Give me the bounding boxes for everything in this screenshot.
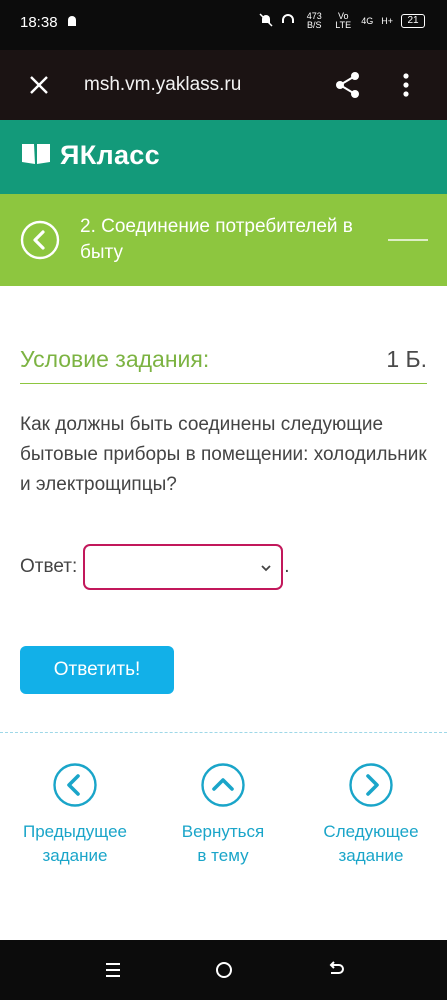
android-icon: [66, 14, 78, 33]
chevron-up-circle-icon: [200, 762, 246, 808]
task-title: Условие задания:: [20, 346, 210, 372]
chevron-left-circle-icon: [52, 762, 98, 808]
topic-bar: 2. Соединение потребителей в быту: [0, 194, 447, 286]
brand-name: ЯКласс: [60, 140, 160, 170]
home-icon[interactable]: [214, 960, 234, 980]
prev-task-link[interactable]: Предыдущее задание: [5, 762, 145, 868]
carrier-hplus: H+: [381, 16, 393, 26]
section-divider: [0, 732, 447, 733]
status-time: 18:38: [20, 14, 58, 31]
back-to-topic-link[interactable]: Вернуться в тему: [153, 762, 293, 868]
menu-icon[interactable]: [103, 960, 123, 980]
close-icon[interactable]: [26, 72, 52, 98]
task-points: 1 Б.: [386, 346, 427, 372]
answer-label: Ответ:: [20, 556, 78, 577]
headphones-icon: [281, 13, 295, 29]
submit-button[interactable]: Ответить!: [20, 646, 174, 694]
up-label-1: Вернуться: [181, 822, 265, 841]
book-icon: [20, 140, 52, 171]
answer-suffix: .: [284, 556, 290, 577]
chevron-right-circle-icon: [348, 762, 394, 808]
answer-select[interactable]: [83, 544, 284, 590]
android-nav-bar: [0, 940, 447, 1000]
url-text[interactable]: msh.vm.yaklass.ru: [84, 74, 241, 96]
brand-logo[interactable]: ЯКласс: [20, 140, 160, 171]
next-label-1: Следующее: [323, 822, 419, 841]
battery-indicator: 21: [401, 14, 425, 28]
chevron-down-icon: [259, 561, 273, 580]
carrier-volte: Vo LTE: [335, 11, 352, 30]
mute-icon: [259, 13, 273, 29]
carrier-4g: 4G: [361, 16, 374, 26]
back-icon[interactable]: [326, 960, 346, 980]
prev-label-2: задание: [42, 846, 108, 865]
share-icon[interactable]: [334, 70, 362, 100]
topic-divider: [388, 239, 428, 241]
chevron-left-icon[interactable]: [20, 220, 60, 260]
topic-title: 2. Соединение потребителей в быту: [80, 216, 353, 263]
up-label-2: в тему: [197, 846, 249, 865]
question-text: Как должны быть соединены следующие быто…: [20, 414, 427, 495]
task-heading: Условие задания: 1 Б.: [20, 346, 427, 384]
net-speed: 473 B/S: [306, 11, 322, 30]
brand-header: ЯКласс: [0, 120, 447, 194]
prev-label-1: Предыдущее: [22, 822, 128, 841]
answer-row: Ответ: .: [20, 544, 290, 590]
status-icons: 473 B/S Vo LTE 4G H+ 21: [259, 12, 425, 30]
next-label-2: задание: [338, 846, 404, 865]
browser-toolbar: msh.vm.yaklass.ru: [0, 50, 447, 120]
more-vertical-icon[interactable]: [396, 70, 416, 100]
status-bar: 18:38 473 B/S Vo LTE 4G H+ 21: [0, 0, 447, 50]
next-task-link[interactable]: Следующее задание: [301, 762, 441, 868]
